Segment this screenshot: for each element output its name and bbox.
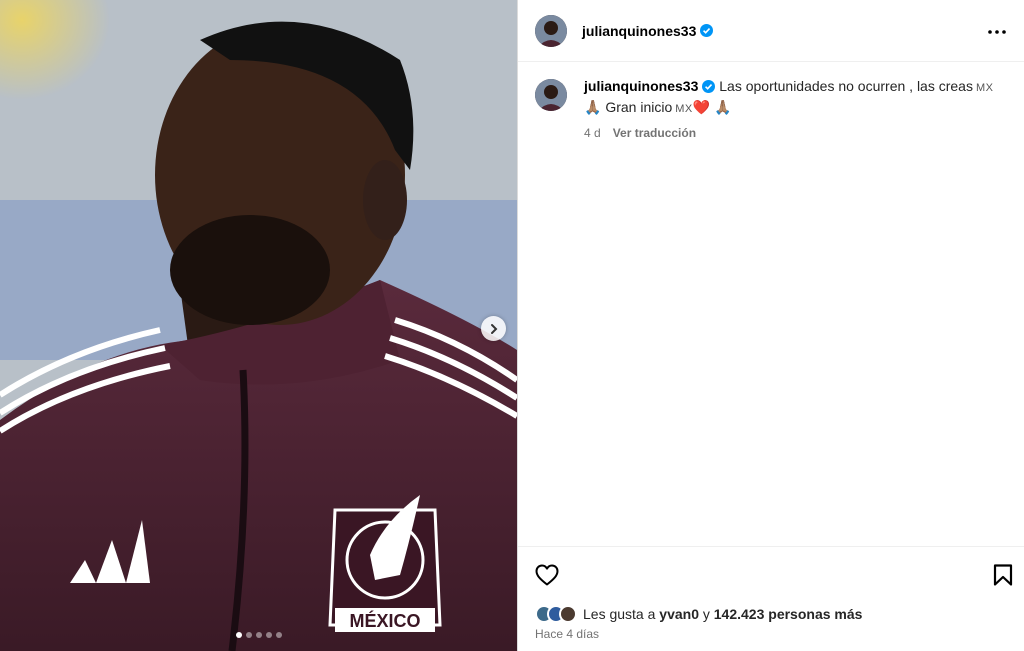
likes-connector: y xyxy=(702,606,710,622)
post-timestamp: Hace 4 días xyxy=(535,627,600,641)
carousel-indicator xyxy=(0,632,517,638)
heart-emoji: ❤️ xyxy=(692,99,711,115)
like-button[interactable] xyxy=(535,564,559,591)
post-media[interactable]: MÉXICO xyxy=(0,0,517,651)
verified-badge-icon xyxy=(702,80,716,93)
profile-photo-avatar-icon xyxy=(535,14,567,47)
caption-username[interactable]: julianquinones33 xyxy=(584,78,698,94)
liker-avatar xyxy=(559,605,577,623)
carousel-dot xyxy=(255,632,262,638)
chevron-right-icon xyxy=(490,323,497,334)
heart-icon xyxy=(535,564,559,586)
caption-text-line2: Gran inicio xyxy=(605,99,673,115)
caption-body: julianquinones33 Las oportunidades no oc… xyxy=(584,77,993,143)
caption-meta: 4 d Ver traducción xyxy=(584,124,993,143)
player-photo: MÉXICO xyxy=(0,0,517,651)
post-actions: Les gusta a yvan0 y 142.423 personas más… xyxy=(518,546,1024,651)
more-options-icon xyxy=(988,30,1006,34)
post-header: julianquinones33 xyxy=(518,0,1024,62)
caption-author-avatar[interactable] xyxy=(535,79,567,111)
see-translation-link[interactable]: Ver traducción xyxy=(613,124,696,143)
more-options-button[interactable] xyxy=(985,20,1009,44)
carousel-next-button[interactable] xyxy=(481,316,506,341)
likes-summary[interactable]: Les gusta a yvan0 y 142.423 personas más xyxy=(535,605,862,623)
author-avatar[interactable] xyxy=(535,14,567,47)
post-age: 4 d xyxy=(584,126,601,140)
liker-avatars xyxy=(535,605,577,623)
pray-emoji: 🙏🏽 xyxy=(714,99,732,115)
bookmark-icon xyxy=(993,564,1013,586)
likes-prefix: Les gusta a xyxy=(583,606,656,622)
liker-username[interactable]: yvan0 xyxy=(659,606,699,622)
likes-count[interactable]: 142.423 personas más xyxy=(714,606,863,622)
post-side-panel: julianquinones33 julianquinones33 Las op… xyxy=(517,0,1024,651)
jersey-crest-text: MÉXICO xyxy=(349,610,420,631)
pray-emoji: 🙏🏽 xyxy=(584,99,602,115)
carousel-dot xyxy=(245,632,252,638)
carousel-dot xyxy=(275,632,282,638)
save-button[interactable] xyxy=(993,564,1013,591)
profile-photo-avatar-icon xyxy=(535,79,567,111)
author-username[interactable]: julianquinones33 xyxy=(582,23,696,39)
mexico-flag-emoji: MX xyxy=(975,82,994,94)
carousel-dot xyxy=(265,632,272,638)
instagram-post: MÉXICO julianquinones33 julianquinones33… xyxy=(0,0,1024,651)
post-caption: julianquinones33 Las oportunidades no oc… xyxy=(535,77,1015,143)
carousel-dot xyxy=(235,632,242,638)
caption-text-line1: Las oportunidades no ocurren , las creas xyxy=(719,78,973,94)
verified-badge-icon xyxy=(700,24,714,37)
mexico-flag-emoji: MX xyxy=(675,103,693,115)
